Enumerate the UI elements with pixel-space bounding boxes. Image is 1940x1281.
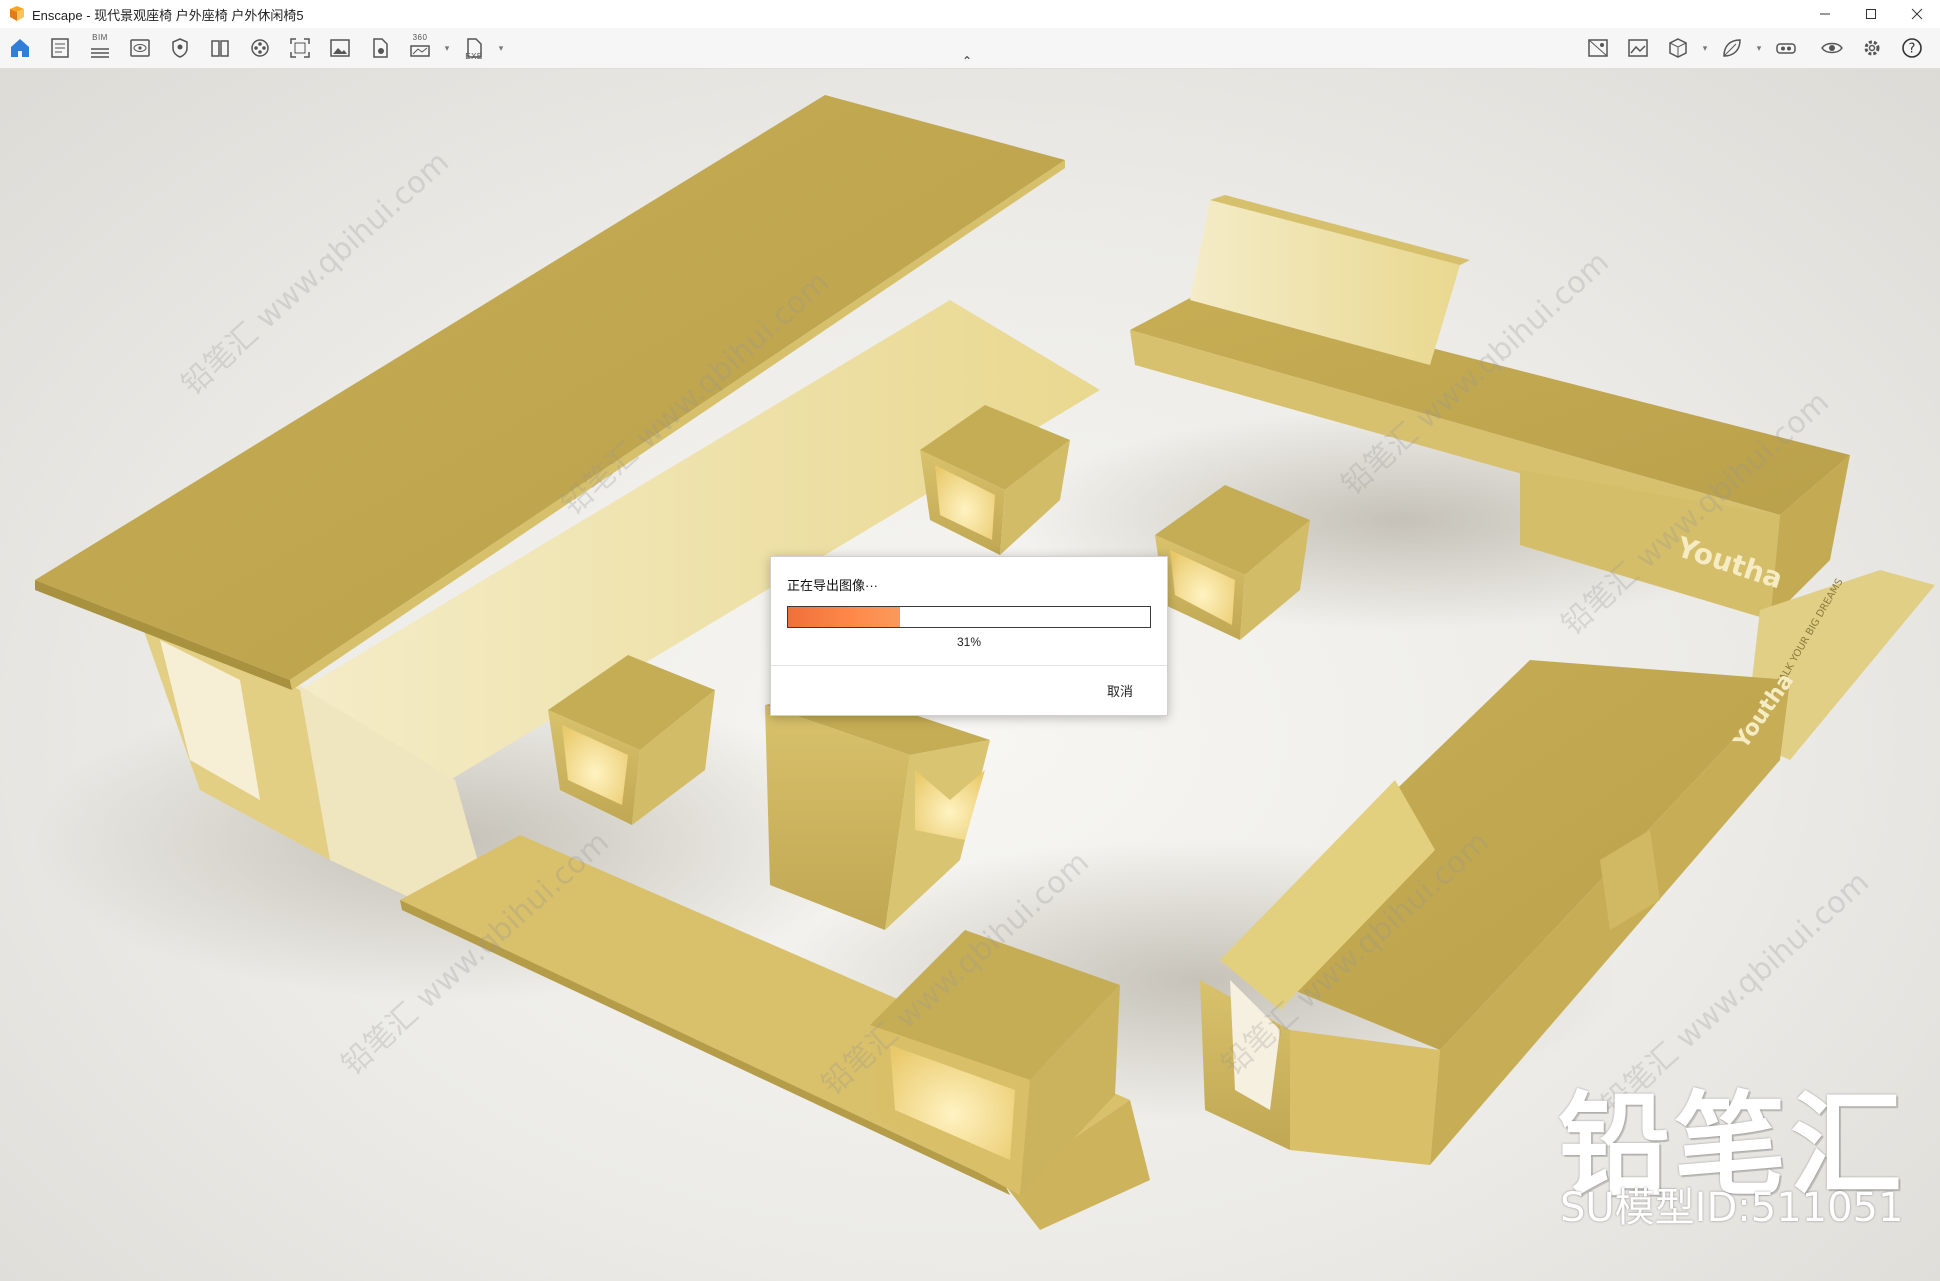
window-title: Enscape - 现代景观座椅 户外座椅 户外休闲椅5 bbox=[32, 7, 304, 23]
progress-percent: 31% bbox=[956, 635, 982, 649]
svg-text:?: ? bbox=[1909, 42, 1916, 57]
eye-icon bbox=[1821, 42, 1843, 54]
eye-button[interactable] bbox=[1812, 28, 1852, 68]
home-icon bbox=[11, 39, 29, 57]
book-icon bbox=[211, 40, 229, 57]
help-button[interactable]: ? bbox=[1892, 28, 1932, 68]
settings-icon bbox=[1864, 40, 1880, 56]
cube-dropdown-button[interactable]: ▾ bbox=[1698, 28, 1712, 68]
shield-icon bbox=[172, 38, 188, 58]
panorama-button[interactable]: 360 bbox=[400, 28, 440, 68]
exe-export-button[interactable]: EXE bbox=[454, 28, 494, 68]
document-icon bbox=[51, 38, 69, 58]
maximize-button[interactable] bbox=[1848, 0, 1894, 28]
file-badge-icon bbox=[373, 38, 388, 58]
home-button[interactable] bbox=[0, 28, 40, 68]
settings-button[interactable] bbox=[1852, 28, 1892, 68]
vr-headset-icon bbox=[1776, 43, 1796, 54]
leaf-button[interactable] bbox=[1712, 28, 1752, 68]
asset-library-button[interactable] bbox=[1578, 28, 1618, 68]
minimize-button[interactable] bbox=[1802, 0, 1848, 28]
image-export-button[interactable] bbox=[320, 28, 360, 68]
progress-bar bbox=[787, 606, 1151, 628]
view-button[interactable] bbox=[120, 28, 160, 68]
panorama-dropdown-button[interactable]: ▾ bbox=[440, 28, 454, 68]
panorama-label: 360 bbox=[412, 33, 428, 42]
export-progress-dialog: 正在导出图像··· 31% 取消 bbox=[770, 556, 1168, 716]
chevron-down-icon: ▾ bbox=[1702, 42, 1708, 53]
help-icon: ? bbox=[1902, 38, 1922, 58]
chevron-up-icon: ⌃ bbox=[962, 54, 973, 68]
title-bar: Enscape - 现代景观座椅 户外座椅 户外休闲椅5 bbox=[0, 0, 1940, 28]
material-editor-button[interactable] bbox=[1618, 28, 1658, 68]
close-icon bbox=[1911, 8, 1923, 20]
vr-button[interactable] bbox=[1766, 28, 1806, 68]
model-id-watermark: SU模型ID:511051 bbox=[1560, 1185, 1904, 1231]
dialog-title: 正在导出图像··· bbox=[787, 578, 878, 593]
minimize-icon bbox=[1820, 13, 1830, 15]
maximize-icon bbox=[1866, 9, 1876, 19]
cube-icon bbox=[1669, 38, 1687, 58]
enscape-logo-icon bbox=[10, 6, 24, 21]
book-button[interactable] bbox=[200, 28, 240, 68]
leaf-icon bbox=[1723, 39, 1741, 57]
asset-library-icon bbox=[1588, 39, 1608, 57]
progress-bar-fill bbox=[788, 607, 901, 627]
cancel-button[interactable]: 取消 bbox=[1107, 681, 1133, 700]
screenshot-icon bbox=[290, 38, 310, 58]
cube-button[interactable] bbox=[1658, 28, 1698, 68]
toolbar-right-group: ▾ ▾ ? bbox=[1578, 28, 1932, 68]
document-button[interactable] bbox=[40, 28, 80, 68]
exe-dropdown-button[interactable]: ▾ bbox=[494, 28, 508, 68]
exe-label: EXE bbox=[465, 52, 483, 61]
toolbar-left-group: BIM 360 ▾ EXE ▾ bbox=[0, 28, 508, 68]
shield-button[interactable] bbox=[160, 28, 200, 68]
close-button[interactable] bbox=[1894, 0, 1940, 28]
film-reel-icon bbox=[251, 39, 269, 57]
chevron-down-icon: ▾ bbox=[444, 42, 450, 53]
leaf-dropdown-button[interactable]: ▾ bbox=[1752, 28, 1766, 68]
view-icon bbox=[130, 39, 150, 57]
material-editor-icon bbox=[1628, 39, 1648, 57]
file-badge-button[interactable] bbox=[360, 28, 400, 68]
chevron-down-icon: ▾ bbox=[1756, 42, 1762, 53]
bim-label: BIM bbox=[92, 33, 108, 42]
screenshot-button[interactable] bbox=[280, 28, 320, 68]
chevron-down-icon: ▾ bbox=[498, 42, 504, 53]
dialog-divider bbox=[771, 665, 1167, 666]
bim-button[interactable]: BIM bbox=[80, 28, 120, 68]
video-button[interactable] bbox=[240, 28, 280, 68]
collapse-toolbar-button[interactable]: ⌃ bbox=[962, 54, 972, 68]
image-icon bbox=[330, 39, 350, 57]
